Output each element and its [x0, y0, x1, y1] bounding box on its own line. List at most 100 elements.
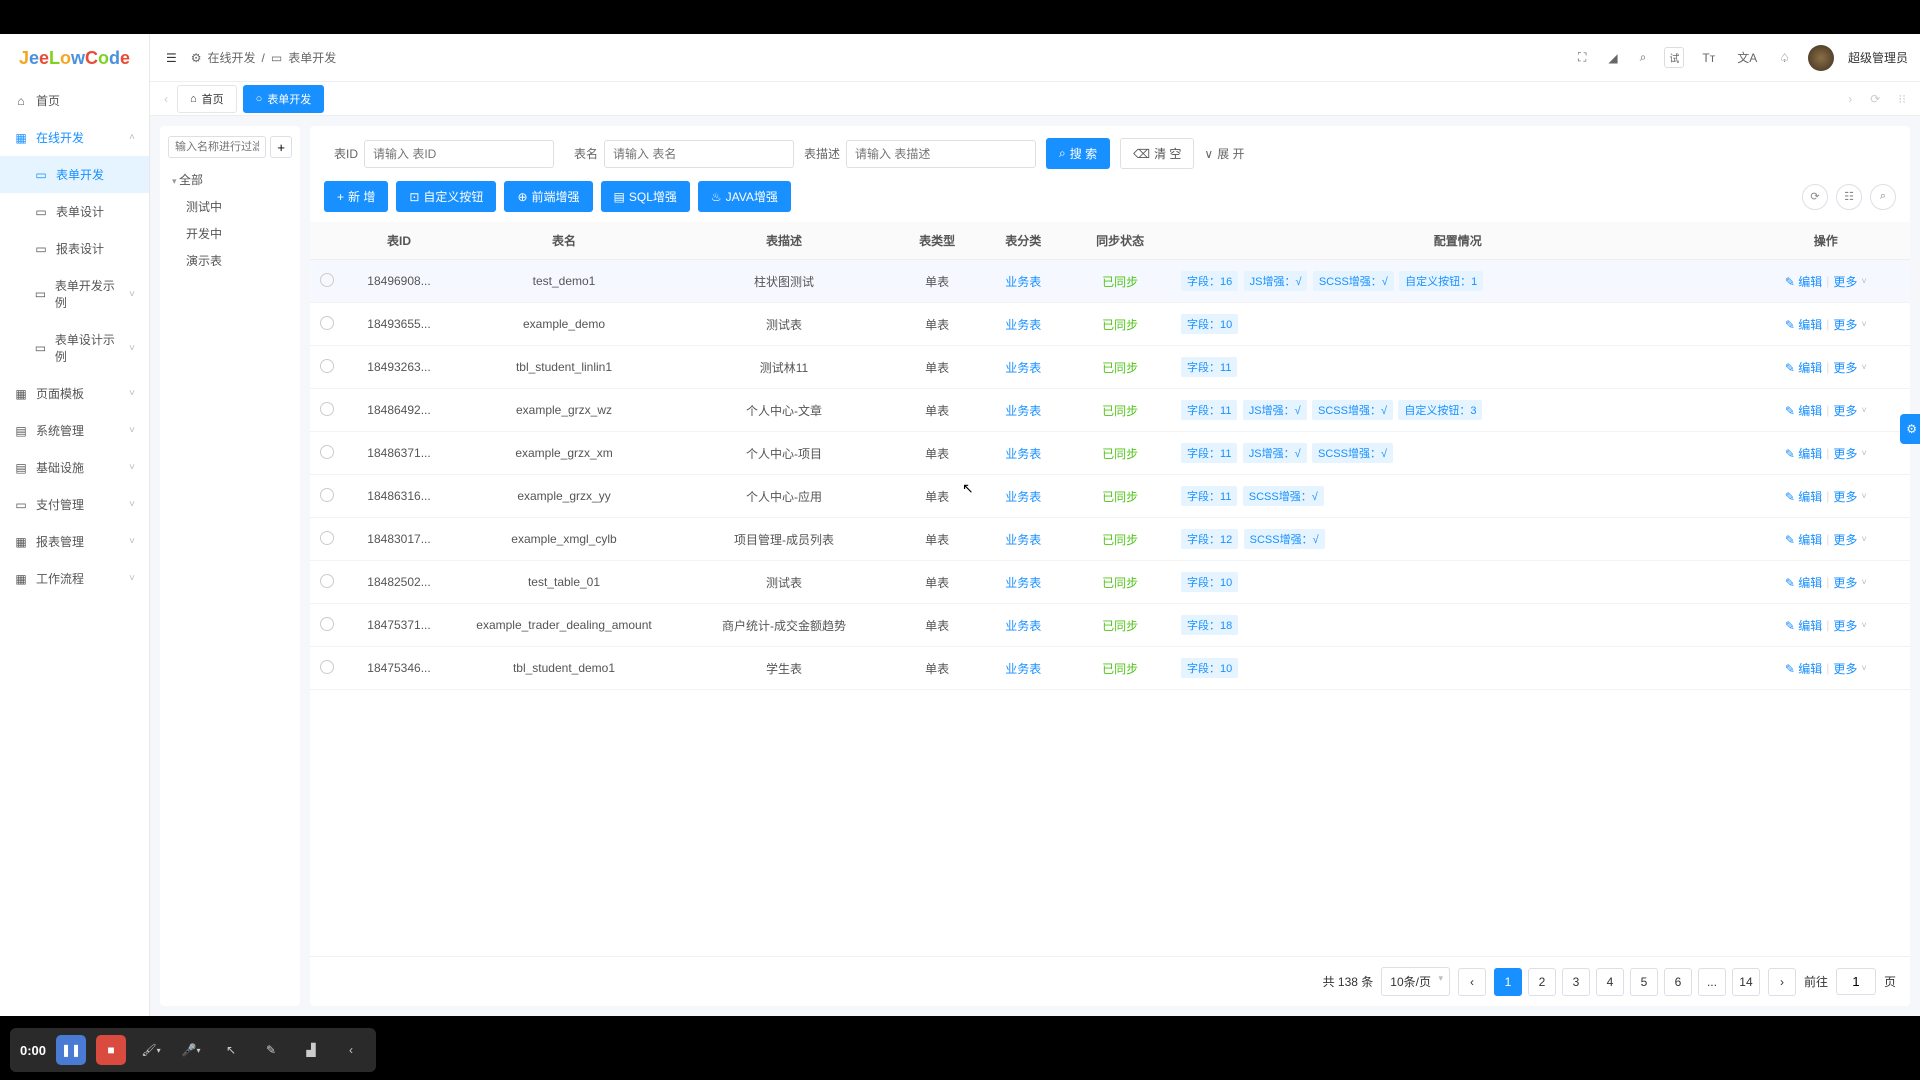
table-row[interactable]: 18486371...example_grzx_xm个人中心-项目单表业务表已同… [310, 432, 1910, 475]
rec-collapse[interactable]: ‹ [336, 1035, 366, 1065]
edit-link[interactable]: ✎ 编辑 [1785, 488, 1822, 505]
tree-add-button[interactable]: + [270, 136, 292, 158]
user-name[interactable]: 超级管理员 [1848, 49, 1908, 66]
settings-float-button[interactable]: ⚙ [1900, 414, 1920, 444]
tab-home[interactable]: ⌂ 首页 [177, 85, 237, 113]
nav-home[interactable]: ⌂ 首页 [0, 82, 149, 119]
tree-node[interactable]: 演示表 [168, 247, 292, 274]
cell-category[interactable]: 业务表 [1005, 533, 1041, 547]
row-radio[interactable] [320, 574, 334, 588]
cell-category[interactable]: 业务表 [1005, 662, 1041, 676]
table-row[interactable]: 18475346...tbl_student_demo1学生表单表业务表已同步字… [310, 647, 1910, 690]
nav-subitem[interactable]: ▭表单设计示例˅ [0, 321, 149, 375]
page-button[interactable]: 1 [1494, 968, 1522, 996]
edit-link[interactable]: ✎ 编辑 [1785, 316, 1822, 333]
nav-item[interactable]: ▤系统管理˅ [0, 412, 149, 449]
cell-category[interactable]: 业务表 [1005, 447, 1041, 461]
page-button[interactable]: 5 [1630, 968, 1658, 996]
filter-desc-input[interactable] [846, 140, 1036, 168]
more-link[interactable]: 更多 [1833, 617, 1857, 634]
edit-link[interactable]: ✎ 编辑 [1785, 531, 1822, 548]
cell-category[interactable]: 业务表 [1005, 275, 1041, 289]
lang-icon[interactable]: 文A [1733, 45, 1761, 70]
rec-pointer[interactable]: ↖ [216, 1035, 246, 1065]
table-row[interactable]: 18493263...tbl_student_linlin1测试林11单表业务表… [310, 346, 1910, 389]
page-prev[interactable]: ‹ [1458, 968, 1486, 996]
more-link[interactable]: 更多 [1833, 402, 1857, 419]
columns-button[interactable]: ☷ [1836, 184, 1862, 210]
page-button[interactable]: 6 [1664, 968, 1692, 996]
cell-category[interactable]: 业务表 [1005, 318, 1041, 332]
nav-item[interactable]: ▤基础设施˅ [0, 449, 149, 486]
table-row[interactable]: 18483017...example_xmgl_cylb项目管理-成员列表单表业… [310, 518, 1910, 561]
nav-subitem[interactable]: ▭表单开发示例˅ [0, 267, 149, 321]
cell-category[interactable]: 业务表 [1005, 404, 1041, 418]
tab-grid[interactable]: ⁝⁝ [1892, 92, 1912, 106]
tab-prev[interactable]: ‹ [158, 92, 174, 106]
edit-link[interactable]: ✎ 编辑 [1785, 402, 1822, 419]
nav-item[interactable]: ▦报表管理˅ [0, 523, 149, 560]
edit-link[interactable]: ✎ 编辑 [1785, 574, 1822, 591]
fe-enhance-button[interactable]: ⊕前端增强 [504, 181, 592, 212]
bell-icon[interactable]: ♤ [1775, 47, 1794, 69]
crumb-1[interactable]: 表单开发 [288, 49, 336, 66]
search-icon[interactable]: ⌕ [1636, 46, 1651, 69]
goto-input[interactable] [1836, 968, 1876, 995]
custom-button[interactable]: ⊡自定义按钮 [396, 181, 496, 212]
rec-pause[interactable]: ❚❚ [56, 1035, 86, 1065]
rec-stop[interactable]: ■ [96, 1035, 126, 1065]
table-row[interactable]: 18482502...test_table_01测试表单表业务表已同步字段：10… [310, 561, 1910, 604]
row-radio[interactable] [320, 316, 334, 330]
row-radio[interactable] [320, 402, 334, 416]
cell-category[interactable]: 业务表 [1005, 576, 1041, 590]
page-button[interactable]: 14 [1732, 968, 1760, 996]
more-link[interactable]: 更多 [1833, 660, 1857, 677]
page-button[interactable]: 2 [1528, 968, 1556, 996]
tree-filter-input[interactable] [168, 136, 266, 158]
edit-link[interactable]: ✎ 编辑 [1785, 617, 1822, 634]
tree-node[interactable]: 测试中 [168, 193, 292, 220]
nav-subitem[interactable]: ▭表单开发 [0, 156, 149, 193]
rec-pen[interactable]: ✎ [256, 1035, 286, 1065]
fullscreen-icon[interactable]: ⛶ [1574, 46, 1590, 69]
tree-root[interactable]: 全部 [168, 166, 292, 193]
tab-form-dev[interactable]: ○ 表单开发 [243, 85, 325, 113]
edit-link[interactable]: ✎ 编辑 [1785, 359, 1822, 376]
row-radio[interactable] [320, 359, 334, 373]
expand-toggle[interactable]: ∨ 展 开 [1204, 145, 1244, 162]
row-radio[interactable] [320, 660, 334, 674]
cell-category[interactable]: 业务表 [1005, 619, 1041, 633]
more-link[interactable]: 更多 [1833, 488, 1857, 505]
tab-refresh[interactable]: ⟳ [1864, 92, 1886, 106]
debug-icon[interactable]: 试 [1664, 47, 1684, 68]
edit-link[interactable]: ✎ 编辑 [1785, 660, 1822, 677]
table-row[interactable]: 18493655...example_demo测试表单表业务表已同步字段：10✎… [310, 303, 1910, 346]
nav-item[interactable]: ▦在线开发˄ [0, 119, 149, 156]
filter-name-input[interactable] [604, 140, 794, 168]
edit-link[interactable]: ✎ 编辑 [1785, 445, 1822, 462]
rec-mic[interactable]: 🎤▾ [176, 1035, 206, 1065]
edit-link[interactable]: ✎ 编辑 [1785, 273, 1822, 290]
tree-node[interactable]: 开发中 [168, 220, 292, 247]
table-row[interactable]: 18475371...example_trader_dealing_amount… [310, 604, 1910, 647]
row-radio[interactable] [320, 273, 334, 287]
rec-brush[interactable]: 🖌▾ [136, 1035, 166, 1065]
cell-category[interactable]: 业务表 [1005, 490, 1041, 504]
page-next[interactable]: › [1768, 968, 1796, 996]
row-radio[interactable] [320, 531, 334, 545]
search-toggle-button[interactable]: ⌕ [1870, 184, 1896, 210]
page-button[interactable]: 3 [1562, 968, 1590, 996]
java-enhance-button[interactable]: ♨JAVA增强 [698, 181, 791, 212]
theme-icon[interactable]: ◢ [1604, 47, 1621, 69]
more-link[interactable]: 更多 [1833, 574, 1857, 591]
cell-category[interactable]: 业务表 [1005, 361, 1041, 375]
clear-button[interactable]: ⌫ 清 空 [1120, 138, 1194, 169]
avatar[interactable] [1808, 45, 1834, 71]
add-button[interactable]: +新 增 [324, 181, 388, 212]
table-row[interactable]: 18486316...example_grzx_yy个人中心-应用单表业务表已同… [310, 475, 1910, 518]
table-row[interactable]: 18496908...test_demo1柱状图测试单表业务表已同步字段：16 … [310, 260, 1910, 303]
rec-erase[interactable]: ▟ [296, 1035, 326, 1065]
more-link[interactable]: 更多 [1833, 531, 1857, 548]
nav-item[interactable]: ▦页面模板˅ [0, 375, 149, 412]
font-icon[interactable]: Tт [1698, 47, 1719, 69]
